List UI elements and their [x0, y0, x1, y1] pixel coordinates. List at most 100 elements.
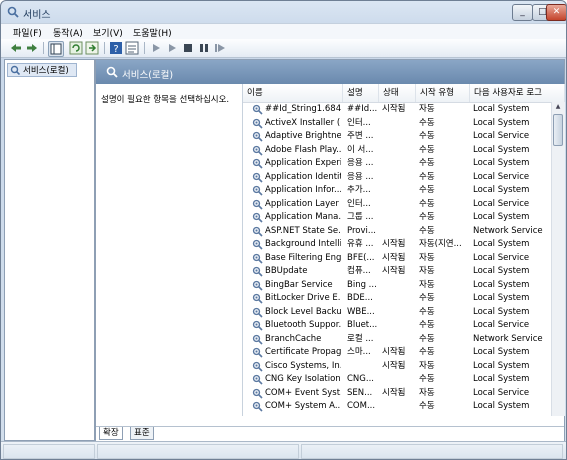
minimize-button[interactable]: _ [512, 4, 533, 21]
service-name: Application Layer ... [265, 198, 341, 209]
service-startup-type: 수동 [419, 198, 435, 209]
menu-help[interactable]: 도움말(H) [133, 26, 172, 39]
stop-icon[interactable] [181, 41, 195, 55]
service-status [382, 130, 416, 144]
table-row[interactable]: CNG Key Isolation CNG... 수동 Local System [243, 373, 553, 387]
service-startup-type: 수동 [419, 185, 435, 195]
service-name: Base Filtering Eng... [265, 252, 341, 263]
service-startup-type: 수동 [419, 212, 435, 222]
column-header-status[interactable]: 상태 [379, 84, 416, 102]
services-window: 서비스 _ □ ✕ 파일(F) 동작(A) 보기(V) 도움말(H) ? 서비스… [0, 0, 567, 460]
service-startup-type: 수동 [419, 306, 435, 317]
service-logon-as: Local System [473, 144, 530, 155]
service-logon-as: Local System [473, 104, 530, 114]
service-status [382, 144, 416, 158]
service-description: 컴퓨... [347, 266, 371, 276]
show-tree-icon[interactable] [48, 41, 64, 57]
table-row[interactable]: Block Level Backu... WBE... 수동 Local System [243, 306, 553, 320]
service-description: 로컬 ... [347, 333, 374, 344]
scroll-up-arrow-icon[interactable]: ▲ [553, 103, 563, 113]
vertical-scrollbar[interactable]: ▲ [551, 102, 565, 416]
column-header-logon-as[interactable]: 다음 사용자로 로그 [470, 84, 565, 102]
service-startup-type: 수동 [419, 225, 435, 236]
table-row[interactable]: Certificate Propag... 스마... 시작됨 수동 Local Sys… [243, 346, 553, 360]
table-row[interactable]: Application Identity 응용 ... 수동 Local Servic… [243, 171, 553, 185]
column-header-description[interactable]: 설명 [343, 84, 379, 102]
status-segment [97, 444, 299, 459]
table-row[interactable]: BBUpdate 컴퓨... 시작됨 자동 Local System [243, 265, 553, 279]
table-row[interactable]: Cisco Systems, In... 시작됨 자동 Local System [243, 360, 553, 374]
close-button[interactable]: ✕ [546, 4, 566, 21]
service-status [382, 279, 416, 293]
tree-item-label: 서비스(로컬) [23, 66, 69, 76]
table-row[interactable]: Application Experi... 응용 ... 수동 Local Syste… [243, 157, 553, 171]
table-row[interactable]: Application Layer ... 인터... 수동 Local Servic… [243, 198, 553, 212]
service-description [347, 360, 379, 374]
column-header-startup-type[interactable]: 시작 유형 [416, 84, 470, 102]
table-row[interactable]: Background Intelli... 유휴 ... 시작됨 자동(지연... Lo… [243, 238, 553, 252]
restart-icon[interactable] [213, 41, 227, 55]
tab-standard[interactable]: 표준 [130, 427, 154, 440]
service-logon-as: Local System [473, 117, 530, 128]
help-icon[interactable]: ? [109, 41, 123, 55]
service-name: CNG Key Isolation [265, 374, 341, 384]
table-row[interactable]: ##Id_String1.684... ##Id... 시작됨 자동 Local Sys… [243, 103, 553, 117]
column-header-row: 이름 설명 상태 시작 유형 다음 사용자로 로그 [243, 84, 565, 103]
forward-arrow-icon[interactable] [25, 41, 39, 55]
back-arrow-icon[interactable] [9, 41, 23, 55]
service-logon-as: Local Service [473, 387, 530, 398]
service-status: 시작됨 [382, 266, 406, 276]
service-name: Block Level Backu... [265, 306, 341, 317]
table-row[interactable]: ActiveX Installer (... 인터... 수동 Local Syste… [243, 117, 553, 131]
tab-extended[interactable]: 확장 [99, 427, 123, 440]
service-status: 시작됨 [382, 104, 406, 114]
services-gear-icon [7, 6, 19, 18]
start-icon[interactable] [149, 41, 163, 55]
service-name: BranchCache [265, 333, 322, 344]
table-row[interactable]: Base Filtering Eng... BFE(... 시작됨 자동 Local S… [243, 252, 553, 266]
service-description: 추가... [347, 185, 371, 195]
column-header-name[interactable]: 이름 [243, 84, 343, 102]
title-bar[interactable]: 서비스 _ □ ✕ [1, 1, 566, 23]
table-row[interactable]: Application Infor... 추가... 수동 Local System [243, 184, 553, 198]
refresh-icon[interactable] [69, 41, 83, 55]
service-description: COM... [347, 401, 376, 411]
main-pane: 서비스(로컬) 설명이 필요한 항목을 선택하십시오. 이름 설명 상태 시작 … [95, 59, 565, 441]
service-startup-type: 수동 [419, 158, 435, 168]
scrollbar-thumb[interactable] [553, 114, 563, 146]
service-logon-as: Local System [473, 239, 530, 249]
menu-action[interactable]: 동작(A) [53, 26, 83, 39]
service-logon-as: Local Service [473, 252, 530, 263]
service-startup-type: 수동 [419, 401, 435, 411]
export-icon[interactable] [85, 41, 99, 55]
service-name: Cisco Systems, In... [265, 360, 341, 371]
service-name: Application Experi... [265, 158, 341, 168]
service-description: Provi... [347, 225, 376, 236]
menu-view[interactable]: 보기(V) [93, 26, 123, 39]
table-row[interactable]: Adaptive Brightness 주변 ... 수동 Local Service [243, 130, 553, 144]
properties-icon[interactable] [125, 41, 139, 55]
table-row[interactable]: COM+ System A... COM... 수동 Local System [243, 400, 553, 414]
table-row[interactable]: Adobe Flash Play... 이 서... 수동 Local System [243, 144, 553, 158]
play-icon[interactable] [165, 41, 179, 55]
table-row[interactable]: ASP.NET State Se... Provi... 수동 Network Ser… [243, 225, 553, 239]
menu-file[interactable]: 파일(F) [13, 26, 42, 39]
table-row[interactable]: BingBar Service Bing ... 자동 Local System [243, 279, 553, 293]
service-status: 시작됨 [382, 387, 406, 398]
table-row[interactable]: COM+ Event Syst... SEN... 시작됨 자동 Local Servi… [243, 387, 553, 401]
table-row[interactable]: BranchCache 로컬 ... 수동 Network Service [243, 333, 553, 347]
service-description: ##Id... [347, 104, 378, 114]
toolbar: ? [1, 39, 566, 58]
service-description: CNG... [347, 374, 374, 384]
table-row[interactable]: Bluetooth Suppor... Bluet... 수동 Local Servi… [243, 319, 553, 333]
tree-item-services-local[interactable]: 서비스(로컬) [7, 63, 77, 77]
service-description: 인터... [347, 117, 371, 128]
service-status [382, 225, 416, 239]
table-row[interactable]: Application Mana... 그룹 ... 수동 Local System [243, 211, 553, 225]
table-row[interactable]: BitLocker Drive E... BDE... 수동 Local System [243, 292, 553, 306]
pause-icon[interactable] [197, 41, 211, 55]
service-logon-as: Local Service [473, 198, 530, 209]
service-logon-as: Local Service [473, 171, 530, 182]
service-logon-as: Network Service [473, 333, 543, 344]
services-gear-icon [106, 66, 118, 78]
